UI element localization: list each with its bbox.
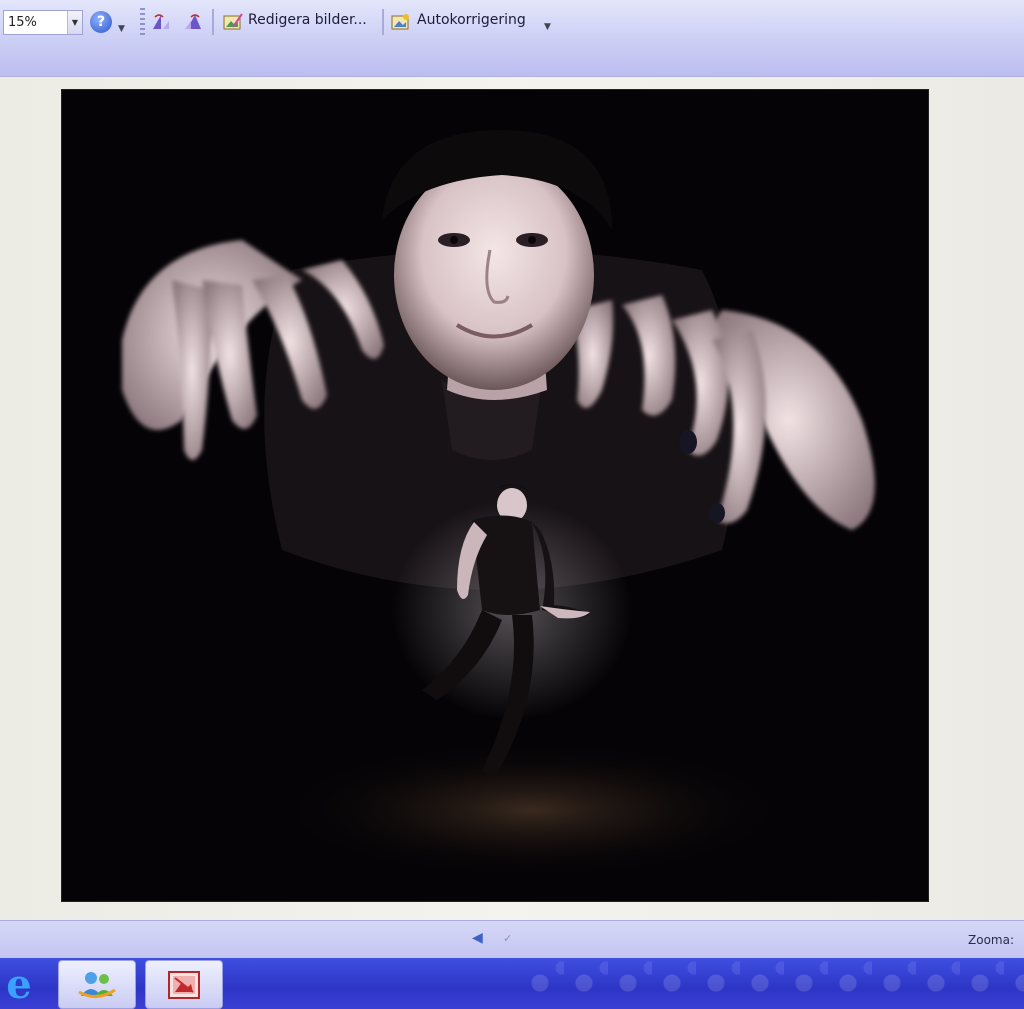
toolbar-separator	[382, 9, 384, 35]
internet-explorer-icon[interactable]: e	[0, 960, 38, 1008]
status-bar: ◀ ✓ Zooma:	[0, 920, 1024, 959]
rotate-right-icon[interactable]	[182, 12, 204, 32]
zoom-label: Zooma:	[968, 933, 1014, 947]
help-icon[interactable]: ?	[90, 11, 112, 33]
toolbar-overflow-icon[interactable]: ▼	[544, 22, 551, 32]
autocorrect-icon[interactable]	[390, 12, 412, 32]
zoom-select[interactable]: 15% ▼	[3, 10, 83, 35]
previous-picture-icon[interactable]: ◀	[472, 930, 483, 946]
taskbar-decoration	[520, 958, 1024, 1009]
help-dropdown-icon[interactable]: ▼	[118, 24, 125, 34]
toolbar: 15% ▼ ? ▼ Redigera bilder... Autokorrige…	[0, 0, 1024, 77]
picture-manager-icon[interactable]	[145, 960, 223, 1009]
displayed-photo	[62, 90, 928, 901]
chevron-down-icon[interactable]: ▼	[67, 11, 82, 34]
next-picture-icon[interactable]: ✓	[503, 932, 512, 945]
edit-pictures-icon[interactable]	[222, 12, 244, 32]
toolbar-grip[interactable]	[140, 8, 145, 36]
edit-pictures-button[interactable]: Redigera bilder...	[248, 12, 367, 28]
autocorrect-button[interactable]: Autokorrigering	[417, 12, 526, 28]
toolbar-separator	[212, 9, 214, 35]
taskbar	[0, 958, 1024, 1009]
windows-live-messenger-icon[interactable]	[58, 960, 136, 1009]
zoom-value: 15%	[8, 15, 37, 30]
rotate-left-icon[interactable]	[150, 12, 172, 32]
